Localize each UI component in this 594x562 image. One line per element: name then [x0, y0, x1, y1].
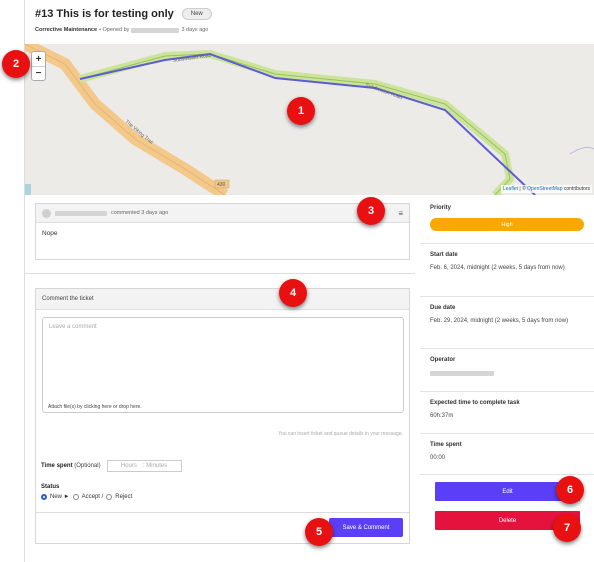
marker-6: 6: [556, 476, 584, 504]
hamburger-icon[interactable]: ≡: [398, 209, 403, 218]
status-new-label: New ►: [50, 494, 70, 500]
comment-hint: You can insert ticket and queue details …: [278, 431, 403, 437]
map-attribution: Leaflet | © OpenStreetMap contributors: [501, 185, 592, 193]
status-radio-accept[interactable]: [72, 494, 79, 500]
leaflet-link[interactable]: Leaflet: [503, 186, 518, 192]
expected-time-section: Expected time to complete task 60h:37m: [420, 392, 594, 434]
time-spent-section: Time spent 00:00: [420, 434, 594, 475]
status-label: Status: [41, 484, 60, 490]
osm-link[interactable]: OpenStreetMap: [527, 186, 562, 192]
page-title: #13 This is for testing only: [35, 8, 174, 20]
status-accept-label: Accept /: [81, 494, 104, 500]
ticket-sidebar: Priority High Start date Feb. 6, 2024, m…: [420, 195, 594, 475]
priority-section: Priority High: [420, 195, 594, 244]
ticket-header: #13 This is for testing only New Correct…: [35, 8, 594, 33]
form-footer: Save & Comment: [36, 512, 409, 543]
status-radio-reject[interactable]: [106, 494, 113, 500]
time-spent-value: 00:00: [430, 455, 446, 461]
priority-label: Priority: [430, 205, 452, 211]
ticket-meta: Corrective Maintenance • Opened by 3 day…: [35, 27, 594, 33]
marker-5: 5: [305, 518, 333, 546]
map-zoom-control: + −: [31, 51, 46, 81]
comment-form-header: Comment the ticket: [36, 289, 409, 310]
comment-input[interactable]: [43, 318, 403, 400]
water-patch: [25, 184, 31, 195]
comment-text: Nope: [42, 230, 58, 237]
comment-input-box: Attach file(s) by clicking here or drop …: [42, 317, 404, 413]
operator-section: Operator: [420, 349, 594, 392]
marker-4: 4: [279, 279, 307, 307]
due-date-section: Due date Feb. 29, 2024, midnight (2 week…: [420, 297, 594, 349]
operator-label: Operator: [430, 357, 456, 363]
minor-path: [569, 146, 594, 155]
start-date-section: Start date Feb. 6, 2024, midnight (2 wee…: [420, 244, 594, 297]
status-radio-new[interactable]: [41, 494, 47, 500]
status-badge: New: [181, 8, 212, 20]
ticket-category: Corrective Maintenance: [35, 27, 98, 33]
hours-placeholder: Hours: [120, 463, 137, 469]
start-date-value: Feb. 6, 2024, midnight (2 weeks, 5 days …: [430, 265, 565, 271]
comment-card: commented 3 days ago ≡ Nope: [35, 203, 410, 260]
comment-form: Comment the ticket Attach file(s) by cli…: [35, 288, 410, 544]
avatar: [42, 208, 51, 218]
zoom-out-button[interactable]: −: [32, 66, 45, 80]
opened-ago: 3 days ago: [181, 27, 209, 33]
start-date-label: Start date: [430, 252, 458, 258]
time-spent-side-label: Time spent: [430, 442, 462, 448]
redacted-username: [131, 27, 180, 33]
save-comment-button[interactable]: Save & Comment: [329, 518, 403, 537]
comment-header: commented 3 days ago ≡: [36, 204, 409, 223]
time-spent-label: Time spent (Optional): [41, 463, 101, 469]
attach-files-link[interactable]: Attach file(s) by clicking here or drop …: [48, 404, 142, 410]
comment-meta: commented 3 days ago: [111, 210, 169, 216]
zoom-in-button[interactable]: +: [32, 52, 45, 66]
due-date-value: Feb. 29, 2024, midnight (2 weeks, 5 days…: [430, 318, 569, 324]
status-reject-label: Reject: [115, 494, 133, 500]
redacted-commenter: [55, 210, 107, 216]
status-options: New ► Accept / Reject: [41, 494, 132, 500]
operator-value: [430, 371, 584, 378]
minutes-placeholder: : Minutes: [142, 463, 168, 469]
section-divider: [25, 273, 415, 274]
subdivision-road: [78, 49, 515, 195]
marker-7: 7: [553, 514, 581, 542]
time-spent-input[interactable]: Hours : Minutes: [106, 460, 182, 472]
marker-1: 1: [287, 97, 315, 125]
expected-time-label: Expected time to complete task: [430, 400, 520, 406]
marker-2: 2: [2, 50, 30, 78]
opened-by-label: • Opened by: [99, 27, 130, 33]
expected-time-value: 60h:37m: [430, 413, 454, 419]
marker-3: 3: [357, 197, 385, 225]
route-number: 430: [217, 182, 226, 188]
priority-badge: High: [430, 218, 584, 231]
time-spent-row: Time spent (Optional) Hours : Minutes: [41, 460, 182, 472]
due-date-label: Due date: [430, 305, 456, 311]
